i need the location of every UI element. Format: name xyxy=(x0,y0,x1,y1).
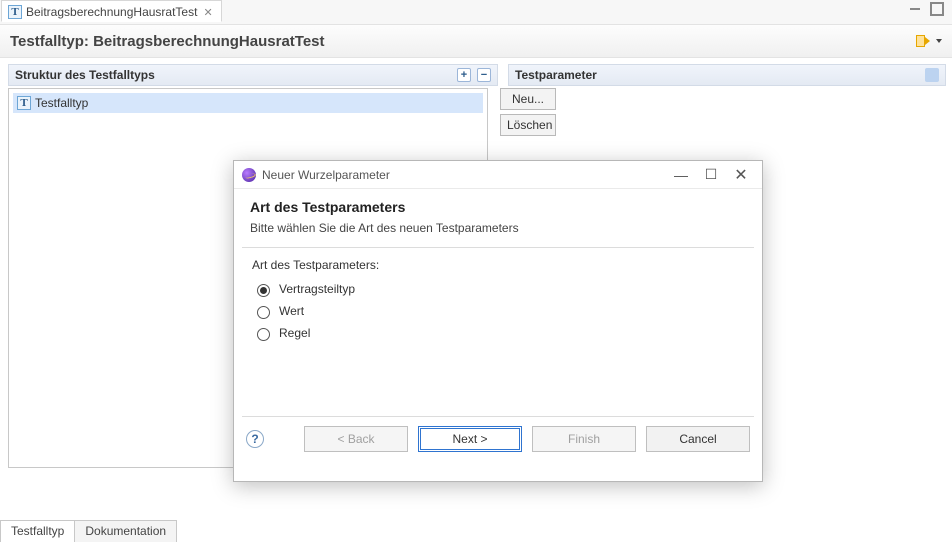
dialog-heading: Art des Testparameters xyxy=(250,199,746,215)
radio-vertragsteiltyp-label: Vertragsteiltyp xyxy=(279,282,355,296)
testcasetype-icon: T xyxy=(17,96,31,110)
form-header: Testfalltyp: BeitragsberechnungHausratTe… xyxy=(0,24,952,58)
testparams-section-title: Testparameter xyxy=(515,68,597,82)
radio-wert-label: Wert xyxy=(279,304,304,318)
dialog-titlebar[interactable]: Neuer Wurzelparameter — ☐ ✕ xyxy=(234,161,762,189)
dialog-button-bar: ? < Back Next > Finish Cancel xyxy=(234,417,762,461)
delete-button[interactable]: Löschen xyxy=(500,114,556,136)
expand-all-icon[interactable]: + xyxy=(457,68,471,82)
dialog-header: Art des Testparameters Bitte wählen Sie … xyxy=(234,189,762,247)
form-header-actions xyxy=(914,33,942,49)
tab-dokumentation[interactable]: Dokumentation xyxy=(74,520,177,542)
eclipse-icon xyxy=(242,168,256,182)
view-controls xyxy=(908,2,944,16)
window-minimize-icon[interactable]: — xyxy=(668,166,694,184)
page-tabs: Testfalltyp Dokumentation xyxy=(0,520,176,542)
testcasetype-icon: T xyxy=(8,5,22,19)
maximize-view-icon[interactable] xyxy=(930,2,944,16)
tree-root-label: Testfalltyp xyxy=(35,96,88,110)
help-icon[interactable]: ? xyxy=(246,430,264,448)
page-title: Testfalltyp: BeitragsberechnungHausratTe… xyxy=(10,33,325,50)
tab-testfalltyp[interactable]: Testfalltyp xyxy=(0,520,75,542)
new-button[interactable]: Neu... xyxy=(500,88,556,110)
radio-option-vertragsteiltyp[interactable]: Vertragsteiltyp xyxy=(252,278,744,300)
dialog-subheading: Bitte wählen Sie die Art des neuen Testp… xyxy=(250,221,746,235)
radio-option-wert[interactable]: Wert xyxy=(252,300,744,322)
editor-tab-label: BeitragsberechnungHausratTest xyxy=(26,5,197,19)
collapse-all-icon[interactable]: − xyxy=(477,68,491,82)
finish-button[interactable]: Finish xyxy=(532,426,636,452)
radio-regel[interactable] xyxy=(257,328,270,341)
radio-wert[interactable] xyxy=(257,306,270,319)
window-close-icon[interactable]: ✕ xyxy=(728,166,754,184)
minimize-view-icon[interactable] xyxy=(908,2,922,16)
editor-tabstrip: T BeitragsberechnungHausratTest ✕ xyxy=(0,0,952,24)
window-maximize-icon[interactable]: ☐ xyxy=(698,166,724,184)
dropdown-icon[interactable] xyxy=(936,39,942,43)
structure-section-header: Struktur des Testfalltyps + − xyxy=(8,64,498,86)
radio-vertragsteiltyp[interactable] xyxy=(257,284,270,297)
new-root-parameter-dialog: Neuer Wurzelparameter — ☐ ✕ Art des Test… xyxy=(233,160,763,482)
cancel-button[interactable]: Cancel xyxy=(646,426,750,452)
testparams-section-header: Testparameter xyxy=(508,64,946,86)
close-icon[interactable]: ✕ xyxy=(201,6,214,19)
radio-group-label: Art des Testparameters: xyxy=(252,258,744,272)
export-icon[interactable] xyxy=(914,33,930,49)
dialog-body: Art des Testparameters: Vertragsteiltyp … xyxy=(242,247,754,417)
next-button[interactable]: Next > xyxy=(418,426,522,452)
dialog-window-title: Neuer Wurzelparameter xyxy=(262,168,390,182)
section-action-icon[interactable] xyxy=(925,68,939,82)
back-button[interactable]: < Back xyxy=(304,426,408,452)
tree-root-node[interactable]: T Testfalltyp xyxy=(13,93,483,113)
editor-tab[interactable]: T BeitragsberechnungHausratTest ✕ xyxy=(1,0,222,22)
structure-section-title: Struktur des Testfalltyps xyxy=(15,68,155,82)
radio-regel-label: Regel xyxy=(279,326,310,340)
structure-side-buttons: Neu... Löschen xyxy=(500,88,565,136)
radio-option-regel[interactable]: Regel xyxy=(252,322,744,344)
